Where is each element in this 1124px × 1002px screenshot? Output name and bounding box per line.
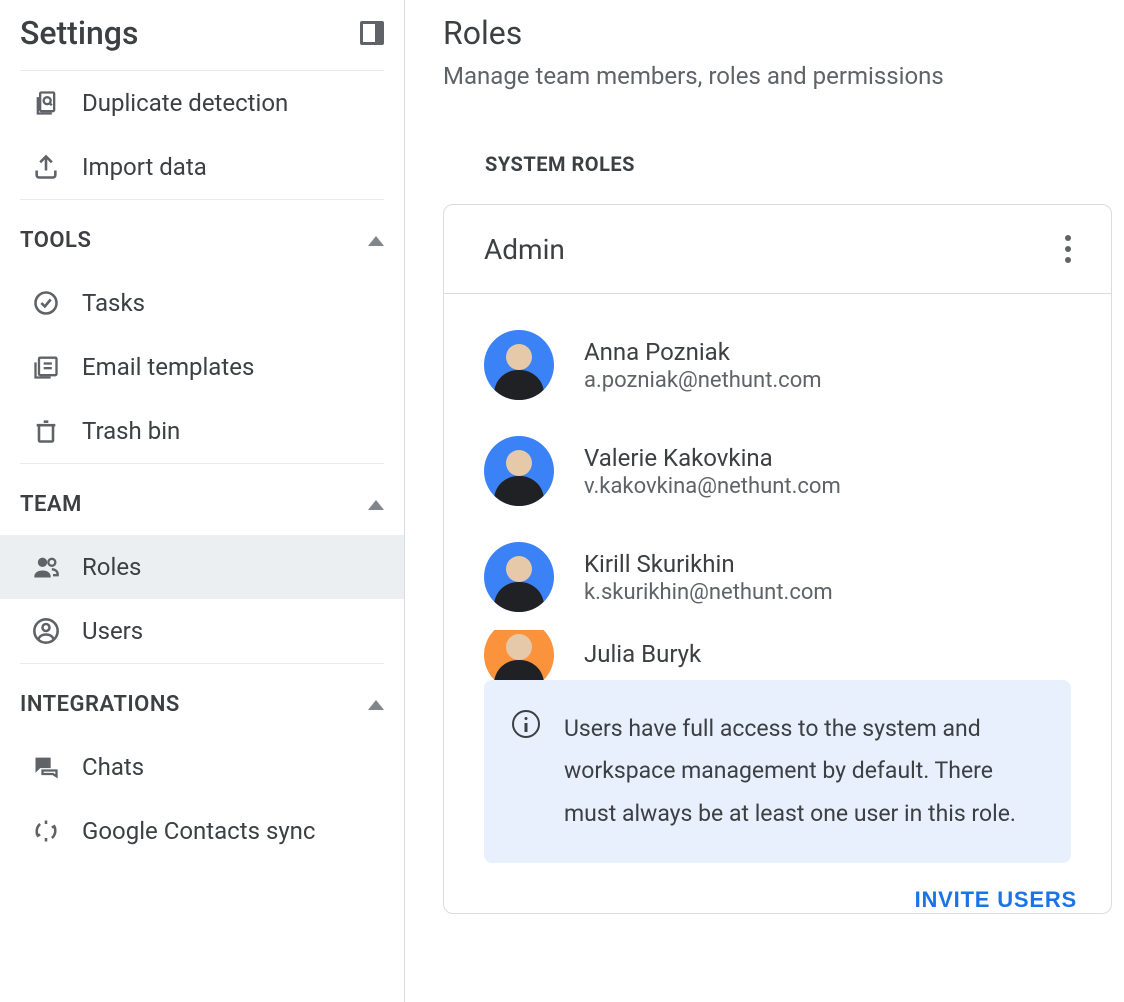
main-content: Roles Manage team members, roles and per… [405,0,1124,1002]
user-circle-icon [32,617,60,645]
page-title: Roles [443,0,1124,52]
user-name: Valerie Kakovkina [584,444,841,472]
avatar [484,436,554,506]
user-name: Julia Buryk [584,640,701,668]
sync-icon [32,817,60,845]
user-info: Anna Pozniak a.pozniak@nethunt.com [584,338,822,393]
more-options-button[interactable] [1059,229,1077,269]
chevron-up-icon [368,700,384,710]
sidebar-item-label: Trash bin [82,417,180,445]
user-info: Valerie Kakovkina v.kakovkina@nethunt.co… [584,444,841,499]
sidebar-item-label: Roles [82,553,141,581]
import-icon [32,153,60,181]
email-templates-icon [32,353,60,381]
sidebar-item-email-templates[interactable]: Email templates [0,335,404,399]
sidebar-item-label: Tasks [82,289,145,317]
user-email: a.pozniak@nethunt.com [584,368,822,393]
user-row[interactable]: Kirill Skurikhin k.skurikhin@nethunt.com [484,524,1071,630]
check-circle-icon [32,289,60,317]
role-card-header: Admin [444,205,1111,294]
sidebar-title: Settings [20,14,138,52]
sidebar-item-roles[interactable]: Roles [0,535,404,599]
card-footer: INVITE USERS [444,869,1111,913]
chevron-up-icon [368,236,384,246]
sidebar-item-label: Users [82,617,143,645]
section-tools[interactable]: TOOLS [0,200,404,271]
trash-icon [32,417,60,445]
sidebar-item-tasks[interactable]: Tasks [0,271,404,335]
sidebar-item-label: Email templates [82,353,254,381]
avatar [484,630,554,680]
user-email: k.skurikhin@nethunt.com [584,580,833,605]
user-info: Kirill Skurikhin k.skurikhin@nethunt.com [584,550,833,605]
role-card-admin: Admin Anna Pozniak a.pozniak@nethunt.com… [443,204,1112,914]
user-email: v.kakovkina@nethunt.com [584,474,841,499]
user-name: Kirill Skurikhin [584,550,833,578]
people-icon [32,553,60,581]
sidebar-item-duplicate-detection[interactable]: Duplicate detection [0,71,404,135]
user-name: Anna Pozniak [584,338,822,366]
sidebar-item-chats[interactable]: Chats [0,735,404,799]
sidebar-item-label: Chats [82,753,144,781]
section-system-roles-label: SYSTEM ROLES [485,152,1124,176]
info-icon [512,710,540,738]
sidebar: Settings Duplicate detection Import data… [0,0,405,1002]
user-list: Anna Pozniak a.pozniak@nethunt.com Valer… [444,294,1111,680]
invite-users-button[interactable]: INVITE USERS [915,887,1077,913]
role-name: Admin [484,233,565,266]
sidebar-item-label: Import data [82,153,207,181]
sidebar-item-label: Google Contacts sync [82,817,316,845]
sidebar-item-import-data[interactable]: Import data [0,135,404,199]
section-integrations[interactable]: INTEGRATIONS [0,664,404,735]
user-row[interactable]: Julia Buryk [484,630,1071,680]
sidebar-item-label: Duplicate detection [82,89,288,117]
sidebar-item-users[interactable]: Users [0,599,404,663]
user-info: Julia Buryk [584,640,701,670]
user-row[interactable]: Anna Pozniak a.pozniak@nethunt.com [484,312,1071,418]
chats-icon [32,753,60,781]
sidebar-header: Settings [0,0,404,70]
section-label: INTEGRATIONS [20,692,180,717]
info-text: Users have full access to the system and… [564,708,1043,835]
avatar [484,542,554,612]
section-team[interactable]: TEAM [0,464,404,535]
section-label: TOOLS [20,228,91,253]
sidebar-item-google-contacts[interactable]: Google Contacts sync [0,799,404,863]
user-row[interactable]: Valerie Kakovkina v.kakovkina@nethunt.co… [484,418,1071,524]
page-subtitle: Manage team members, roles and permissio… [443,62,1124,90]
chevron-up-icon [368,500,384,510]
panel-toggle-icon[interactable] [360,21,384,45]
avatar [484,330,554,400]
section-label: TEAM [20,492,82,517]
info-box: Users have full access to the system and… [484,680,1071,863]
sidebar-item-trash-bin[interactable]: Trash bin [0,399,404,463]
duplicate-detection-icon [32,89,60,117]
